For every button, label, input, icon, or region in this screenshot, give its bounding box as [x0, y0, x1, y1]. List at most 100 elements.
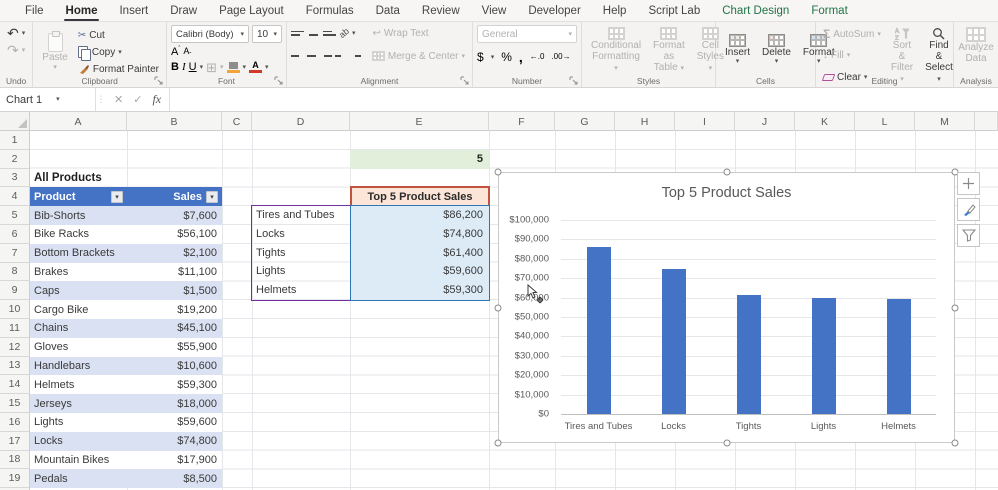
- increase-indent-button[interactable]: [350, 51, 362, 62]
- chart-bar-helmets[interactable]: [887, 299, 911, 414]
- chart-bar-tights[interactable]: [737, 295, 761, 414]
- top5-category-cell[interactable]: Locks: [252, 225, 350, 244]
- cell-product[interactable]: Helmets: [30, 375, 127, 394]
- align-left-button[interactable]: [291, 51, 303, 62]
- row-header-17[interactable]: 17: [0, 432, 29, 451]
- top5-category-range[interactable]: Tires and TubesLocksTightsLightsHelmets: [251, 205, 351, 301]
- undo-button[interactable]: ↶▾: [4, 25, 28, 41]
- decrease-decimal-button[interactable]: .00→: [551, 53, 570, 62]
- accounting-format-button[interactable]: $: [477, 50, 484, 64]
- tab-home[interactable]: Home: [55, 0, 109, 21]
- chart-styles-button[interactable]: [957, 198, 980, 221]
- formula-bar-grip[interactable]: ⋮: [96, 88, 106, 111]
- top5-value-cell[interactable]: $61,400: [351, 243, 489, 262]
- row-header-1[interactable]: 1: [0, 131, 29, 150]
- align-bottom-button[interactable]: [323, 28, 336, 39]
- column-header-H[interactable]: H: [615, 112, 675, 131]
- table-row[interactable]: Cargo Bike$19,200: [30, 300, 222, 319]
- column-header-M[interactable]: M: [915, 112, 975, 131]
- cell-product[interactable]: Bib-Shorts: [30, 206, 127, 225]
- select-all-corner[interactable]: [0, 112, 30, 131]
- header-product[interactable]: Product ▾: [30, 187, 127, 206]
- chart-elements-button[interactable]: [957, 172, 980, 195]
- tab-page-layout[interactable]: Page Layout: [208, 0, 295, 21]
- filter-button-product[interactable]: ▾: [111, 191, 123, 203]
- copy-button[interactable]: Copy▾: [75, 44, 162, 60]
- row-header-2[interactable]: 2: [0, 150, 29, 169]
- cell-product[interactable]: Cargo Bike: [30, 300, 127, 319]
- table-row[interactable]: Handlebars$10,600: [30, 357, 222, 376]
- align-top-button[interactable]: [291, 28, 304, 39]
- table-row[interactable]: Bib-Shorts$7,600: [30, 206, 222, 225]
- top5-values-range[interactable]: $86,200$74,800$61,400$59,600$59,300: [350, 205, 490, 301]
- row-header-11[interactable]: 11: [0, 319, 29, 338]
- table-row[interactable]: Bike Racks$56,100: [30, 225, 222, 244]
- column-header-I[interactable]: I: [675, 112, 735, 131]
- table-row[interactable]: Pedals$8,500: [30, 469, 222, 488]
- row-header-12[interactable]: 12: [0, 338, 29, 357]
- cell-product[interactable]: Lights: [30, 413, 127, 432]
- wrap-text-button[interactable]: ↩Wrap Text: [370, 25, 432, 41]
- column-header-K[interactable]: K: [795, 112, 855, 131]
- align-center-button[interactable]: [306, 51, 318, 62]
- top5-category-cell[interactable]: Helmets: [252, 281, 350, 300]
- paste-button[interactable]: Paste▾: [37, 25, 73, 79]
- increase-decimal-button[interactable]: ←.0: [530, 53, 545, 62]
- filter-button-sales[interactable]: ▾: [206, 191, 218, 203]
- column-header-G[interactable]: G: [555, 112, 615, 131]
- insert-function-button[interactable]: fx: [152, 92, 161, 107]
- shrink-font-button[interactable]: Aˇ: [183, 46, 191, 59]
- cell-sales[interactable]: $19,200: [127, 300, 222, 319]
- table-row[interactable]: Brakes$11,100: [30, 263, 222, 282]
- row-header-10[interactable]: 10: [0, 300, 29, 319]
- enter-entry-button[interactable]: ✓: [133, 93, 142, 106]
- cut-button[interactable]: ✂Cut: [75, 27, 162, 43]
- cell-sales[interactable]: $1,500: [127, 281, 222, 300]
- cell-e2-top-n[interactable]: 5: [350, 150, 489, 169]
- cell-product[interactable]: Pedals: [30, 469, 127, 488]
- cell-product[interactable]: Gloves: [30, 338, 127, 357]
- row-header-18[interactable]: 18: [0, 451, 29, 470]
- column-header-E[interactable]: E: [350, 112, 489, 131]
- format-painter-button[interactable]: Format Painter: [75, 61, 162, 77]
- top5-category-cell[interactable]: Lights: [252, 262, 350, 281]
- tab-format[interactable]: Format: [800, 0, 858, 21]
- fill-color-button[interactable]: [227, 62, 240, 73]
- cell-sales[interactable]: $45,100: [127, 319, 222, 338]
- cancel-entry-button[interactable]: ✕: [114, 93, 123, 106]
- orientation-button[interactable]: ab: [337, 26, 351, 40]
- insert-cells-button[interactable]: Insert▾: [720, 25, 755, 74]
- delete-cells-button[interactable]: Delete▾: [757, 25, 796, 74]
- tab-draw[interactable]: Draw: [159, 0, 208, 21]
- name-box[interactable]: Chart 1 ▾: [0, 88, 96, 111]
- table-row[interactable]: Mountain Bikes$17,900: [30, 451, 222, 470]
- decrease-indent-button[interactable]: [335, 51, 347, 62]
- top5-value-cell[interactable]: $74,800: [351, 225, 489, 244]
- tab-chart-design[interactable]: Chart Design: [711, 0, 800, 21]
- column-header-B[interactable]: B: [127, 112, 222, 131]
- tab-view[interactable]: View: [471, 0, 518, 21]
- table-row[interactable]: Locks$74,800: [30, 432, 222, 451]
- top5-value-cell[interactable]: $86,200: [351, 206, 489, 225]
- table-row[interactable]: Helmets$59,300: [30, 375, 222, 394]
- top5-value-cell[interactable]: $59,300: [351, 281, 489, 300]
- cell-sales[interactable]: $8,500: [127, 469, 222, 488]
- cell-sales[interactable]: $56,100: [127, 225, 222, 244]
- chart-bar-tires-and-tubes[interactable]: [587, 247, 611, 414]
- autosum-button[interactable]: ΣAutoSum▾: [820, 26, 884, 42]
- borders-button[interactable]: ⊞: [206, 61, 217, 74]
- cell-sales[interactable]: $2,100: [127, 244, 222, 263]
- cell-sales[interactable]: $55,900: [127, 338, 222, 357]
- column-header-J[interactable]: J: [735, 112, 795, 131]
- selection-handle[interactable]: [952, 304, 959, 311]
- cell-sales[interactable]: $74,800: [127, 432, 222, 451]
- column-header-L[interactable]: L: [855, 112, 915, 131]
- font-color-button[interactable]: A: [249, 61, 262, 73]
- align-right-button[interactable]: [320, 51, 332, 62]
- cell-product[interactable]: Bottom Brackets: [30, 244, 127, 263]
- italic-button[interactable]: I: [182, 61, 186, 73]
- chart-bar-lights[interactable]: [812, 298, 836, 414]
- tab-formulas[interactable]: Formulas: [295, 0, 365, 21]
- number-format-select[interactable]: General▾: [477, 25, 577, 43]
- table-row[interactable]: Caps$1,500: [30, 281, 222, 300]
